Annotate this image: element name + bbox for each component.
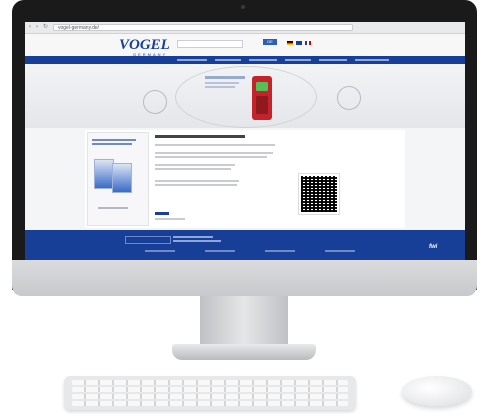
quality-stamp	[337, 86, 361, 110]
fwi-logo: fwi	[429, 244, 438, 250]
monitor-chin	[12, 260, 477, 296]
text-line	[155, 180, 239, 182]
key-row	[72, 387, 348, 392]
catalog-promo[interactable]	[87, 132, 149, 226]
nav-item[interactable]	[177, 59, 207, 61]
flag-fr-icon[interactable]	[305, 40, 312, 45]
nav-item[interactable]	[319, 59, 347, 61]
reload-icon[interactable]: ↻	[43, 24, 49, 30]
footer-text	[173, 236, 213, 238]
hero-headline	[205, 76, 245, 79]
nav-item[interactable]	[355, 59, 389, 61]
product-display	[256, 82, 268, 91]
text-line	[155, 164, 235, 166]
monitor-stand	[200, 296, 288, 346]
hero-banner	[25, 64, 465, 128]
hero-text	[205, 86, 235, 88]
key-row	[72, 394, 348, 399]
footer-link[interactable]	[205, 250, 235, 252]
hero-arc	[175, 66, 317, 128]
promo-title	[92, 139, 136, 141]
nav-item[interactable]	[215, 59, 241, 61]
footer-badge	[125, 236, 171, 244]
text-line	[155, 168, 231, 170]
address-bar[interactable]: vogel-germany.de/	[53, 24, 353, 31]
key-row	[72, 401, 348, 406]
footer-text	[173, 240, 221, 242]
nav-item[interactable]	[285, 59, 311, 61]
footer-link[interactable]	[145, 250, 175, 252]
website-screen: ‹ › ↻ vogel-germany.de/ VOGEL GERMANY DE	[25, 22, 465, 260]
text-line	[155, 152, 273, 154]
nav-item[interactable]	[249, 59, 277, 61]
text-line	[155, 218, 185, 220]
text-line	[155, 144, 275, 146]
forward-icon[interactable]: ›	[36, 24, 42, 30]
qr-code[interactable]	[298, 173, 340, 215]
monitor-stand-base	[172, 344, 316, 360]
browser-toolbar: ‹ › ↻ vogel-germany.de/	[25, 22, 465, 34]
flag-en-icon[interactable]	[296, 40, 303, 45]
keyboard	[64, 376, 356, 410]
site-footer: fwi	[25, 230, 465, 260]
text-line	[155, 156, 267, 158]
language-button[interactable]: DE	[263, 39, 277, 45]
flag-de-icon[interactable]	[287, 40, 293, 45]
footer-link[interactable]	[265, 250, 295, 252]
footer-link[interactable]	[325, 250, 355, 252]
welcome-heading	[155, 135, 245, 138]
language-flags	[287, 40, 313, 45]
back-icon[interactable]: ‹	[29, 24, 35, 30]
camera	[241, 5, 245, 9]
site-header: VOGEL GERMANY DE	[25, 34, 465, 57]
catalog-image[interactable]	[94, 159, 114, 189]
main-navigation	[25, 56, 465, 64]
search-input[interactable]	[177, 40, 243, 48]
quality-stamp	[143, 90, 167, 114]
product-image[interactable]	[252, 76, 272, 120]
promo-link[interactable]	[98, 207, 128, 209]
promo-title	[92, 143, 132, 145]
hero-text	[205, 82, 239, 84]
catalog-image[interactable]	[112, 163, 132, 193]
magic-mouse	[402, 376, 472, 406]
small-logo	[155, 212, 169, 215]
product-keypad	[256, 96, 268, 114]
key-row	[72, 380, 348, 385]
text-line	[155, 184, 237, 186]
content-panel	[85, 130, 405, 228]
